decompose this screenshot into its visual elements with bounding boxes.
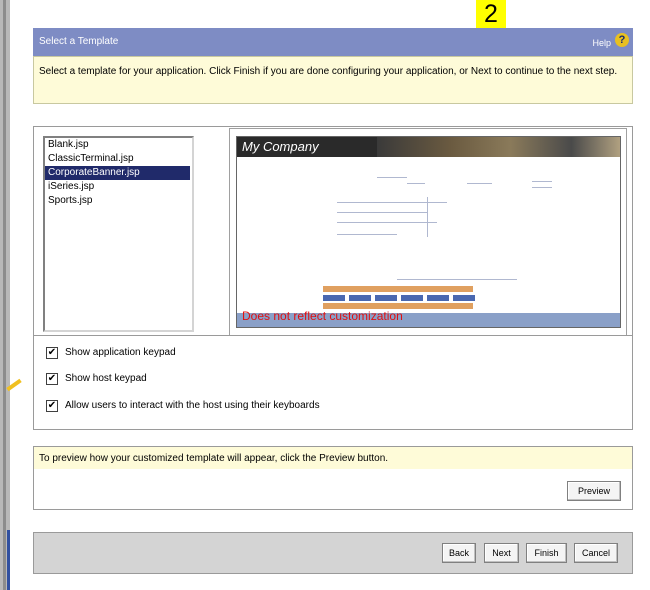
preview-text-line — [427, 197, 428, 237]
checkbox-checked-icon[interactable]: ✔ — [46, 400, 58, 412]
preview-text-line — [467, 183, 492, 184]
preview-hint-strip: To preview how your customized template … — [34, 447, 632, 469]
preview-banner-photo — [377, 137, 620, 157]
template-panel: Blank.jsp ClassicTerminal.jsp CorporateB… — [33, 126, 633, 430]
preview-company-name: My Company — [242, 139, 319, 154]
help-link[interactable]: Help — [592, 38, 611, 48]
preview-text-line — [397, 279, 517, 280]
template-item-classic-terminal[interactable]: ClassicTerminal.jsp — [45, 152, 190, 166]
preview-text-line — [337, 212, 427, 213]
preview-keypad-key — [453, 295, 475, 301]
left-strip-line — [3, 0, 6, 590]
preview-button[interactable]: Preview — [567, 481, 621, 501]
preview-section: To preview how your customized template … — [33, 446, 633, 510]
preview-keypad-key — [323, 295, 345, 301]
preview-keypad-key — [349, 295, 371, 301]
preview-keypad-key — [427, 295, 449, 301]
template-preview-image: My Company Does not reflect customizatio… — [236, 136, 621, 328]
template-listbox[interactable]: Blank.jsp ClassicTerminal.jsp CorporateB… — [43, 136, 194, 332]
preview-banner: My Company — [237, 137, 620, 157]
left-strip-accent — [7, 530, 10, 590]
dialog-title-bar: Select a Template Help ? — [33, 28, 633, 56]
cancel-button[interactable]: Cancel — [574, 543, 618, 563]
preview-hint-text: To preview how your customized template … — [39, 453, 389, 464]
preview-text-line — [532, 181, 552, 182]
preview-text-line — [377, 177, 407, 178]
template-item-corporate-banner[interactable]: CorporateBanner.jsp — [45, 166, 190, 180]
next-button[interactable]: Next — [484, 543, 519, 563]
panel-divider — [34, 335, 632, 336]
checkbox-checked-icon[interactable]: ✔ — [46, 347, 58, 359]
instructions-text: Select a template for your application. … — [39, 66, 618, 77]
preview-text-line — [407, 183, 425, 184]
preview-text-line — [337, 202, 447, 203]
preview-keypad-key — [401, 295, 423, 301]
checkbox-checked-icon[interactable]: ✔ — [46, 373, 58, 385]
template-item-iseries[interactable]: iSeries.jsp — [45, 180, 190, 194]
option-label: Show host keypad — [65, 373, 147, 384]
template-preview-frame: My Company Does not reflect customizatio… — [229, 128, 627, 336]
preview-keypad-row — [323, 286, 473, 292]
left-scroll-strip — [0, 0, 10, 590]
finish-button[interactable]: Finish — [526, 543, 567, 563]
preview-text-line — [532, 187, 552, 188]
option-label: Show application keypad — [65, 347, 176, 358]
dialog-title: Select a Template — [39, 36, 119, 47]
help-icon[interactable]: ? — [615, 33, 629, 47]
step-number-badge: 2 — [476, 0, 506, 28]
preview-text-line — [337, 222, 437, 223]
back-button[interactable]: Back — [442, 543, 476, 563]
preview-warning: Does not reflect customization — [242, 309, 403, 323]
preview-keypad-key — [375, 295, 397, 301]
template-item-blank[interactable]: Blank.jsp — [45, 138, 190, 152]
wizard-navigation-bar: Back Next Finish Cancel — [33, 532, 633, 574]
option-label: Allow users to interact with the host us… — [65, 400, 320, 411]
template-item-sports[interactable]: Sports.jsp — [45, 194, 190, 208]
preview-text-line — [337, 234, 397, 235]
instructions-box: Select a template for your application. … — [33, 56, 633, 104]
